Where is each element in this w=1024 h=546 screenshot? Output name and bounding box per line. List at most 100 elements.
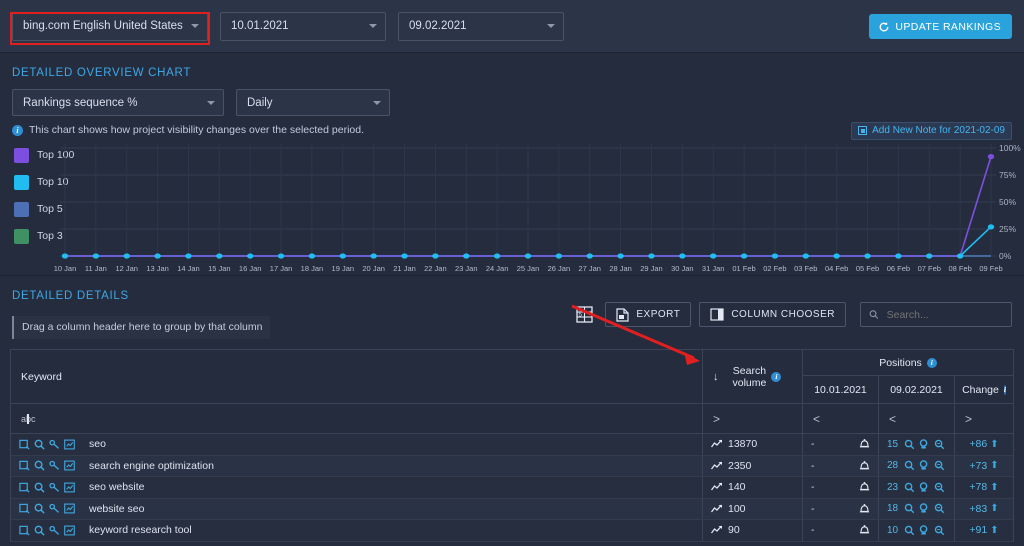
date-to-select[interactable]: 09.02.2021	[398, 11, 564, 41]
period-select[interactable]: Daily	[236, 89, 390, 116]
column-header-positions[interactable]: Positions i	[803, 350, 1013, 376]
column-header-search-volume[interactable]: ↓ Search volume i	[703, 350, 803, 404]
sort-descending-icon: ↓	[713, 370, 719, 383]
filter-search-volume[interactable]: >	[703, 404, 803, 434]
grid-layout-button[interactable]: 5	[572, 302, 597, 327]
info-icon[interactable]: i	[926, 357, 937, 368]
export-button[interactable]: EXPORT	[605, 302, 692, 327]
table-row[interactable]: keyword research tool 90 - 10 +91 ⬆	[11, 520, 1013, 542]
grid-search-input[interactable]	[884, 307, 1003, 322]
cell-position-date-1: -	[803, 477, 879, 499]
search-icon[interactable]	[34, 460, 45, 471]
change-value: +73	[969, 459, 988, 472]
serp-preview-icon[interactable]	[19, 439, 30, 450]
cell-keyword[interactable]: keyword research tool	[11, 520, 703, 542]
x-axis-tick-label: 12 Jan	[115, 264, 138, 273]
position-serp-icon[interactable]	[919, 481, 930, 493]
position-search-icon[interactable]	[904, 503, 915, 514]
notification-bell-icon[interactable]	[859, 481, 870, 493]
add-new-note-link[interactable]: Add New Note for 2021-02-09	[851, 122, 1012, 140]
chart-point	[895, 253, 902, 259]
detailed-overview-chart-panel: DETAILED OVERVIEW CHART Rankings sequenc…	[0, 53, 1024, 275]
serp-preview-icon[interactable]	[19, 503, 30, 514]
link-icon[interactable]	[49, 460, 60, 471]
column-header-date-1-label: 10.01.2021	[814, 383, 867, 396]
info-icon[interactable]: i	[771, 371, 782, 382]
column-header-keyword[interactable]: Keyword	[11, 350, 703, 404]
metric-select[interactable]: Rankings sequence %	[12, 89, 224, 116]
cell-keyword[interactable]: seo website	[11, 477, 703, 499]
group-by-drop-area[interactable]: Drag a column header here to group by th…	[12, 316, 271, 339]
keyword-label: keyword research tool	[89, 524, 192, 537]
cell-keyword[interactable]: search engine optimization	[11, 455, 703, 477]
notification-bell-icon[interactable]	[859, 503, 870, 515]
notification-bell-icon[interactable]	[859, 438, 870, 450]
column-chooser-button[interactable]: COLUMN CHOOSER	[699, 302, 846, 327]
export-icon	[616, 307, 629, 322]
column-header-date-1[interactable]: 10.01.2021	[803, 376, 879, 403]
grid-search-box[interactable]	[860, 302, 1012, 327]
notification-bell-icon[interactable]	[859, 460, 870, 472]
chart-icon[interactable]	[64, 503, 75, 514]
position-search-icon[interactable]	[904, 460, 915, 471]
info-icon[interactable]: i	[1003, 384, 1006, 395]
legend-swatch-icon	[14, 201, 29, 217]
search-icon[interactable]	[34, 482, 45, 493]
cell-keyword[interactable]: seo	[11, 434, 703, 456]
chart-point	[710, 253, 717, 259]
position-zoom-icon[interactable]	[934, 525, 945, 536]
position-search-icon[interactable]	[904, 482, 915, 493]
serp-preview-icon[interactable]	[19, 525, 30, 536]
update-rankings-button[interactable]: UPDATE RANKINGS	[869, 14, 1012, 39]
x-axis-tick-label: 09 Feb	[979, 264, 1003, 273]
position-serp-icon[interactable]	[919, 524, 930, 536]
cell-keyword[interactable]: website seo	[11, 498, 703, 520]
table-row[interactable]: website seo 100 - 18 +83 ⬆	[11, 498, 1013, 520]
link-icon[interactable]	[49, 482, 60, 493]
chart-icon[interactable]	[64, 439, 75, 450]
search-icon[interactable]	[34, 439, 45, 450]
filter-keyword[interactable]: abc	[11, 404, 703, 434]
search-icon[interactable]	[34, 503, 45, 514]
chevron-down-icon	[547, 24, 555, 28]
column-header-change-label: Change	[962, 383, 999, 396]
serp-preview-icon[interactable]	[19, 460, 30, 471]
serp-preview-icon[interactable]	[19, 482, 30, 493]
table-row[interactable]: search engine optimization 2350 - 28 +73 ⬆	[11, 455, 1013, 477]
link-icon[interactable]	[49, 525, 60, 536]
column-header-change[interactable]: Change i	[955, 376, 1013, 403]
filter-date-2[interactable]: <	[879, 404, 955, 434]
position-serp-icon[interactable]	[919, 503, 930, 514]
notification-bell-icon[interactable]	[859, 524, 870, 536]
position-zoom-icon[interactable]	[934, 482, 945, 493]
keyword-label: search engine optimization	[89, 459, 214, 472]
position-search-icon[interactable]	[904, 439, 915, 450]
filter-date-1[interactable]: <	[803, 404, 879, 434]
x-axis-tick-label: 11 Jan	[84, 264, 107, 273]
group-by-hint-label: Drag a column header here to group by th…	[22, 321, 263, 333]
chart-icon[interactable]	[64, 460, 75, 471]
chart-point	[216, 253, 223, 259]
info-icon: i	[12, 124, 23, 136]
table-row[interactable]: seo website 140 - 23 +78 ⬆	[11, 477, 1013, 499]
chart-point	[586, 253, 593, 259]
position-search-icon[interactable]	[904, 525, 915, 536]
table-row[interactable]: seo 13870 - 15 +86 ⬆	[11, 434, 1013, 456]
filter-change[interactable]: >	[955, 404, 1013, 434]
date-from-select[interactable]: 10.01.2021	[220, 11, 386, 41]
position-zoom-icon[interactable]	[934, 503, 945, 514]
position-zoom-icon[interactable]	[934, 460, 945, 471]
search-icon[interactable]	[34, 525, 45, 536]
chart-point	[956, 253, 964, 259]
link-icon[interactable]	[49, 503, 60, 514]
chart-icon[interactable]	[64, 482, 75, 493]
search-engine-select[interactable]: bing.com English United States	[12, 11, 208, 41]
position-serp-icon[interactable]	[919, 460, 930, 471]
link-icon[interactable]	[49, 439, 60, 450]
column-header-date-2[interactable]: 09.02.2021	[879, 376, 955, 403]
position-date-2-value: 15	[887, 438, 899, 450]
position-date-2-value: 18	[887, 503, 899, 515]
position-zoom-icon[interactable]	[934, 439, 945, 450]
chart-icon[interactable]	[64, 525, 75, 536]
position-serp-icon[interactable]	[919, 438, 930, 450]
